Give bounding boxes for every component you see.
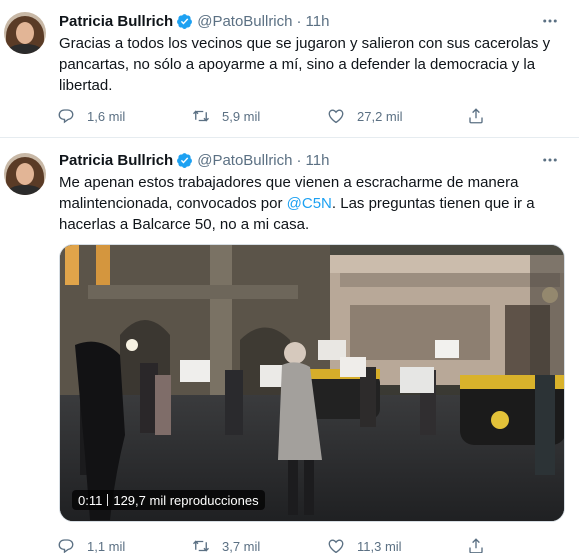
retweet-icon bbox=[193, 110, 209, 122]
video-player[interactable]: 0:11 129,7 mil reproducciones bbox=[59, 244, 565, 522]
retweet-icon bbox=[193, 540, 209, 552]
reply-icon bbox=[58, 539, 74, 553]
timestamp[interactable]: 11h bbox=[306, 152, 330, 169]
like-button[interactable]: 27,2 mil bbox=[327, 107, 467, 125]
more-options-icon[interactable] bbox=[541, 12, 559, 30]
tweet-header: Patricia Bullrich @PatoBullrich · 11h bbox=[59, 11, 329, 31]
share-button[interactable] bbox=[467, 537, 485, 553]
like-count: 27,2 mil bbox=[357, 108, 403, 124]
more-options-icon[interactable] bbox=[541, 151, 559, 169]
author-name[interactable]: Patricia Bullrich bbox=[59, 13, 173, 30]
video-views: 129,7 mil reproducciones bbox=[113, 492, 259, 508]
tweet-header: Patricia Bullrich @PatoBullrich · 11h bbox=[59, 150, 329, 170]
like-button[interactable]: 11,3 mil bbox=[327, 537, 467, 553]
verified-badge-icon bbox=[176, 13, 193, 30]
video-duration: 0:11 bbox=[78, 492, 103, 508]
tweet-text: Gracias a todos los vecinos que se jugar… bbox=[59, 35, 551, 94]
share-button[interactable] bbox=[467, 107, 485, 125]
tweet[interactable]: Patricia Bullrich @PatoBullrich · 11h Gr… bbox=[0, 0, 579, 138]
retweet-button[interactable]: 5,9 mil bbox=[192, 107, 327, 125]
retweet-button[interactable]: 3,7 mil bbox=[192, 537, 327, 553]
reply-icon bbox=[58, 109, 74, 124]
retweet-count: 5,9 mil bbox=[222, 108, 261, 124]
author-handle[interactable]: @PatoBullrich bbox=[197, 152, 292, 169]
tweet-actions: 1,6 mil 5,9 mil 27,2 mil bbox=[57, 106, 497, 126]
like-icon bbox=[328, 539, 344, 553]
separator-dot: · bbox=[296, 151, 302, 169]
author-handle[interactable]: @PatoBullrich bbox=[197, 13, 292, 30]
share-icon bbox=[469, 108, 483, 124]
avatar[interactable] bbox=[4, 12, 46, 54]
tweet-actions: 1,1 mil 3,7 mil 11,3 mil bbox=[57, 536, 497, 553]
retweet-count: 3,7 mil bbox=[222, 538, 261, 553]
reply-count: 1,6 mil bbox=[87, 108, 126, 124]
mention-link[interactable]: @C5N bbox=[287, 195, 332, 212]
tweet[interactable]: Patricia Bullrich @PatoBullrich · 11h Me… bbox=[0, 139, 579, 553]
reply-count: 1,1 mil bbox=[87, 538, 126, 553]
video-frame bbox=[60, 245, 564, 521]
share-icon bbox=[469, 538, 483, 553]
video-info-badge: 0:11 129,7 mil reproducciones bbox=[72, 490, 265, 510]
verified-badge-icon bbox=[176, 152, 193, 169]
avatar[interactable] bbox=[4, 153, 46, 195]
tweet-text: Me apenan estos trabajadores que vienen … bbox=[59, 172, 559, 235]
like-count: 11,3 mil bbox=[357, 538, 402, 553]
reply-button[interactable]: 1,6 mil bbox=[57, 107, 192, 125]
author-name[interactable]: Patricia Bullrich bbox=[59, 152, 173, 169]
reply-button[interactable]: 1,1 mil bbox=[57, 537, 192, 553]
separator-dot: · bbox=[296, 12, 302, 30]
like-icon bbox=[328, 109, 344, 124]
timestamp[interactable]: 11h bbox=[306, 13, 330, 30]
